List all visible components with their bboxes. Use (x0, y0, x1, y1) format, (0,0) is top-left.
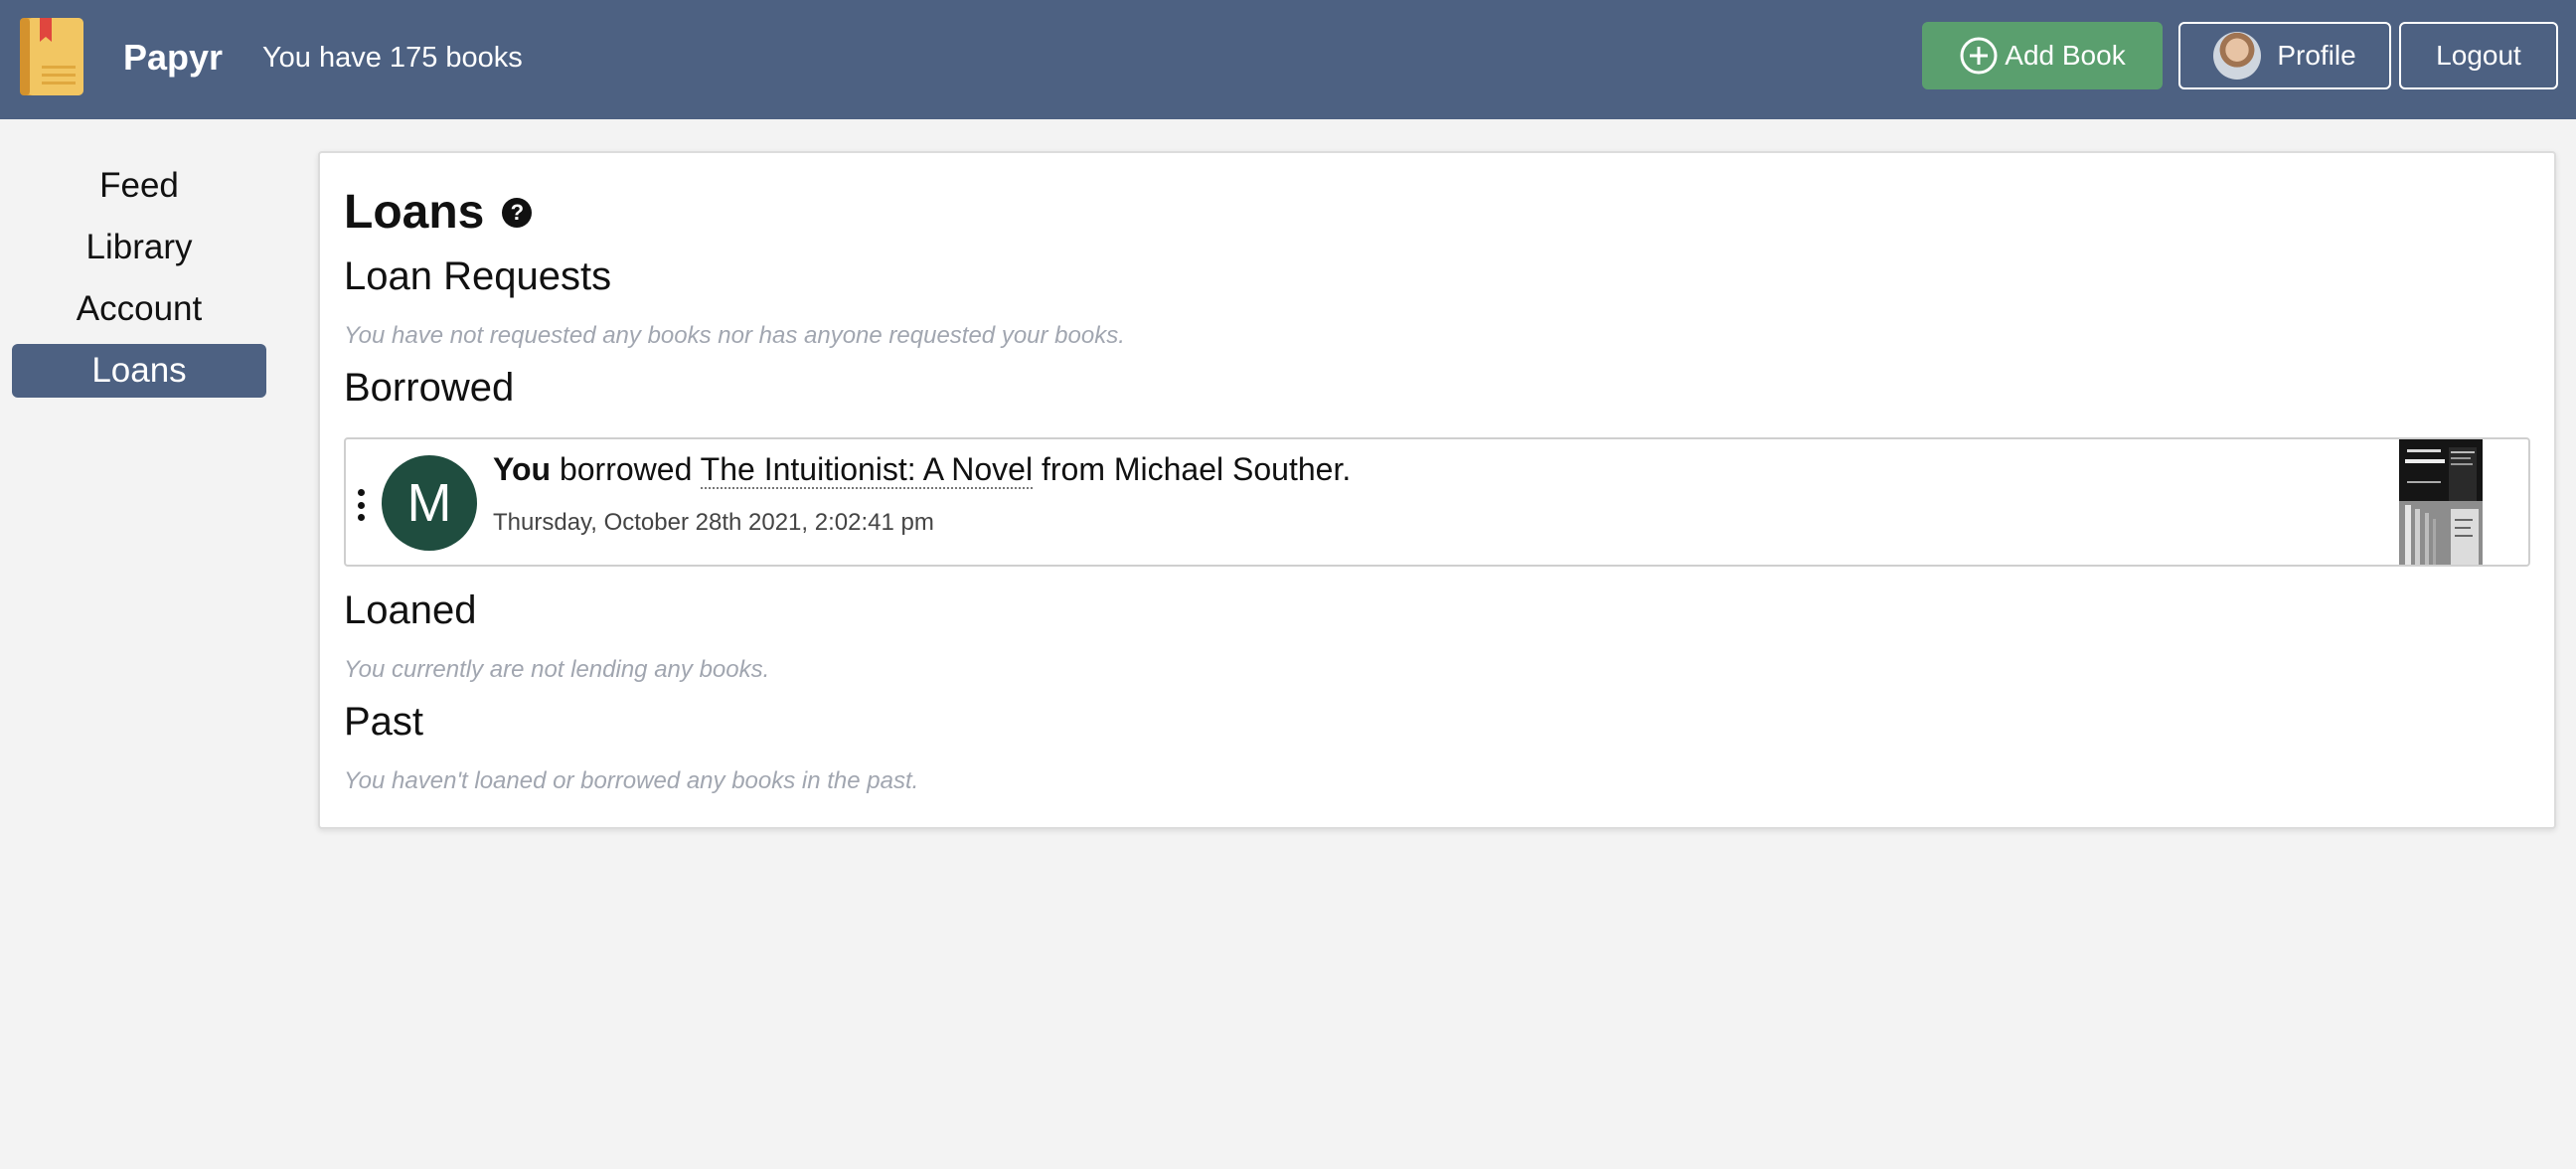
borrowed-heading: Borrowed (344, 366, 515, 410)
loans-card: Loans ? Loan Requests You have not reque… (318, 151, 2556, 829)
loaned-heading: Loaned (344, 588, 477, 632)
logout-button[interactable]: Logout (2399, 22, 2558, 89)
loan-from-text: from Michael Souther. (1041, 451, 1352, 487)
loan-subject: You (493, 451, 552, 487)
past-heading: Past (344, 700, 424, 744)
lender-avatar[interactable]: M (382, 455, 477, 551)
add-book-label: Add Book (2005, 40, 2126, 71)
add-book-button[interactable]: Add Book (1922, 22, 2163, 89)
sidebar-item-library[interactable]: Library (12, 221, 266, 274)
loaned-empty-text: You currently are not lending any books. (344, 656, 770, 683)
loan-timestamp: Thursday, October 28th 2021, 2:02:41 pm (493, 509, 934, 536)
book-cover-image[interactable] (2399, 439, 2483, 565)
loan-requests-heading: Loan Requests (344, 254, 612, 298)
past-empty-text: You haven't loaned or borrowed any books… (344, 767, 919, 794)
profile-label: Profile (2277, 40, 2356, 71)
profile-avatar (2213, 32, 2262, 80)
book-logo-icon[interactable] (18, 14, 85, 97)
sidebar-nav: Feed Library Account Loans (12, 159, 266, 406)
top-navbar: Papyr You have 175 books Add Book Profil… (0, 0, 2576, 119)
loan-verb: borrowed (559, 451, 693, 487)
sidebar-item-feed[interactable]: Feed (12, 159, 266, 213)
sidebar-item-account[interactable]: Account (12, 282, 266, 336)
book-title-link[interactable]: The Intuitionist: A Novel (700, 451, 1034, 489)
page-title-text: Loans (344, 186, 485, 239)
loan-requests-empty-text: You have not requested any books nor has… (344, 322, 1125, 349)
sidebar-item-loans[interactable]: Loans (12, 344, 266, 398)
book-count-text: You have 175 books (262, 41, 523, 74)
question-circle-icon[interactable]: ? (502, 197, 533, 228)
brand-name[interactable]: Papyr (123, 0, 223, 115)
profile-button[interactable]: Profile (2178, 22, 2391, 89)
logout-label: Logout (2436, 40, 2521, 71)
plus-circle-icon (1960, 37, 1998, 75)
loan-description: You borrowed The Intuitionist: A Novel f… (493, 451, 1352, 489)
more-options-icon[interactable] (356, 489, 366, 521)
page-title: Loans ? (344, 185, 533, 240)
borrowed-loan-item: M You borrowed The Intuitionist: A Novel… (344, 437, 2530, 567)
